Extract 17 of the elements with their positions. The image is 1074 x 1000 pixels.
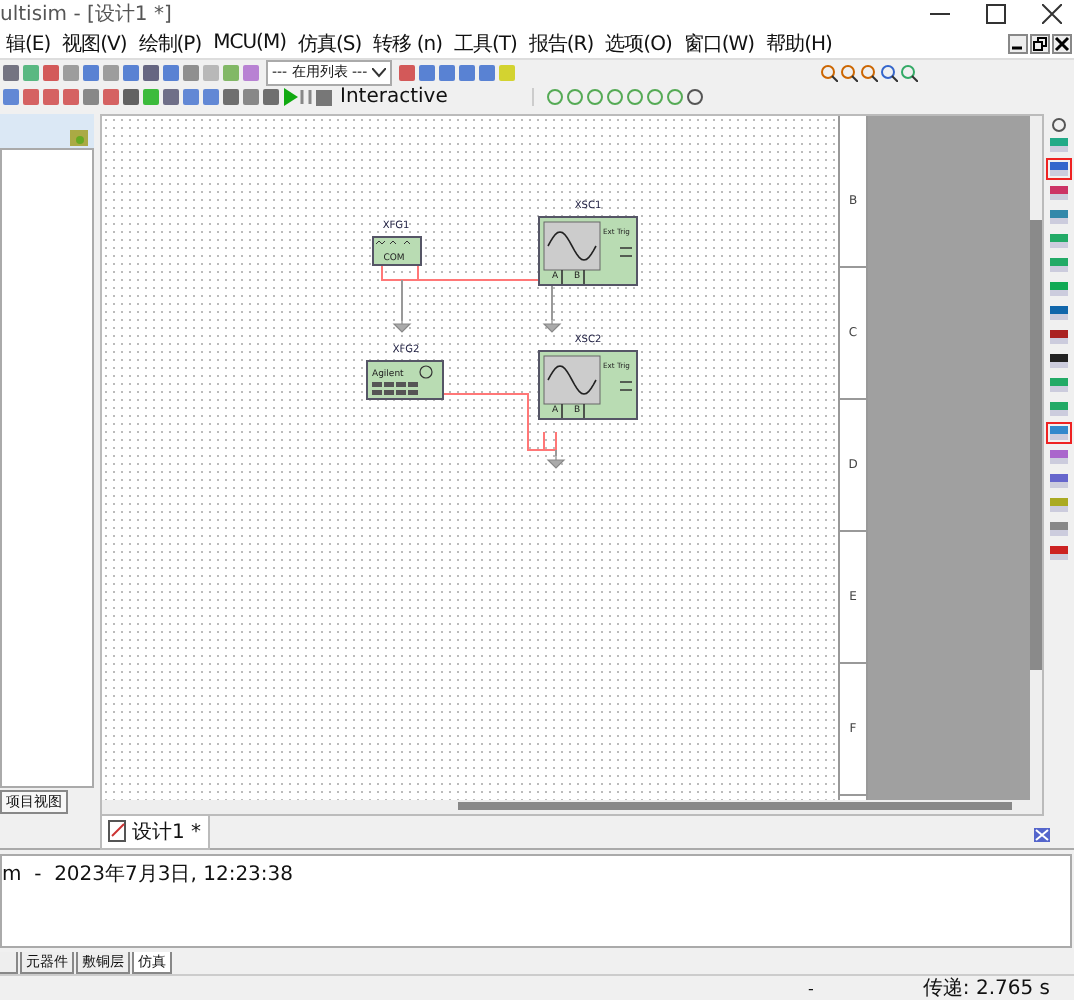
menu-item[interactable]: 仿真(S)	[292, 29, 368, 58]
document-tab[interactable]: 设计1 *	[100, 815, 210, 850]
log-message: m - 2023年7月3日, 12:23:38	[2, 863, 294, 886]
menu-item[interactable]: 转移 (n)	[367, 29, 448, 58]
menu-item[interactable]: 辑(E)	[0, 29, 57, 58]
status-text: -	[808, 979, 814, 998]
window-title: ultisim - [设计1 *]	[0, 1, 172, 29]
menu-item[interactable]: 报告(R)	[522, 29, 600, 58]
menu-item[interactable]: 选项(O)	[599, 29, 678, 58]
menu-item[interactable]: 视图(V)	[56, 29, 133, 58]
menu-item[interactable]: MCU(M)	[207, 32, 292, 55]
menu-item[interactable]: 绘制(P)	[132, 29, 208, 58]
transfer-time: 传递: 2.765 s	[922, 975, 1050, 1000]
menu-item[interactable]: 窗口(W)	[677, 29, 761, 58]
mode-label: Interactive	[340, 86, 450, 109]
menu-item[interactable]: 帮助(H)	[760, 29, 838, 58]
menu-item[interactable]: 工具(T)	[447, 29, 523, 58]
